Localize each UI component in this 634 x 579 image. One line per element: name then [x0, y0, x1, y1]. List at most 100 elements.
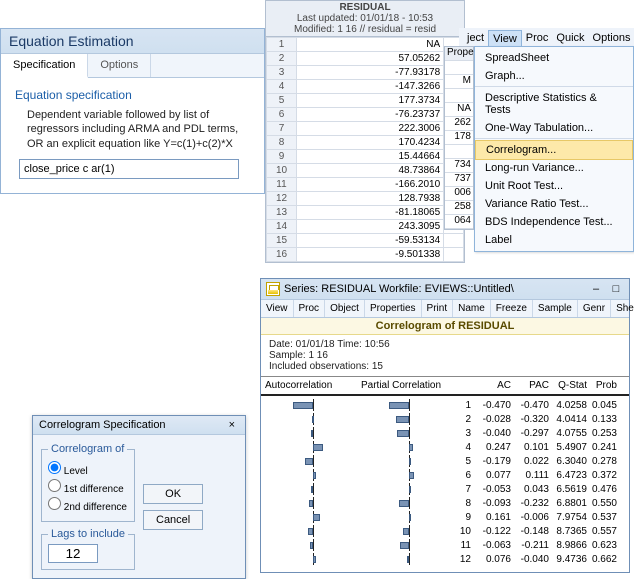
ok-button[interactable]: OK: [143, 484, 203, 504]
corrwin-header: Autocorrelation Partial Correlation AC P…: [261, 377, 629, 396]
cell-value[interactable]: 243.3095: [297, 220, 444, 234]
cell-value[interactable]: 170.4234: [297, 136, 444, 150]
peek-cell: 258: [445, 201, 473, 215]
lag-idx: 6: [457, 470, 473, 481]
toolbar-genr[interactable]: Genr: [578, 300, 611, 317]
cell-value[interactable]: 222.3006: [297, 122, 444, 136]
corrwin-subtitle: Correlogram of RESIDUAL: [261, 318, 629, 335]
qstat-val: 8.9866: [549, 540, 587, 551]
cell-value[interactable]: -147.3266: [297, 80, 444, 94]
menu-item-descriptive-statistics-tests[interactable]: Descriptive Statistics & Tests: [475, 89, 633, 119]
corr-bar: [361, 441, 457, 453]
cell-value[interactable]: 15.44664: [297, 150, 444, 164]
close-icon[interactable]: ×: [225, 419, 239, 431]
peek-cell: M: [445, 75, 473, 89]
cell-value[interactable]: -81.18065: [297, 206, 444, 220]
toolbar-print[interactable]: Print: [422, 300, 454, 317]
prob-val: 0.278: [587, 456, 617, 467]
row-number: 2: [267, 52, 297, 66]
menu-item-one-way-tabulation[interactable]: One-Way Tabulation...: [475, 119, 633, 139]
menu-item-unit-root-test[interactable]: Unit Root Test...: [475, 177, 633, 195]
corr-row: 5-0.179 0.0226.30400.278: [265, 454, 625, 468]
prob-val: 0.476: [587, 484, 617, 495]
hdr-ac: Autocorrelation: [265, 380, 361, 391]
cell-value[interactable]: 177.3734: [297, 94, 444, 108]
row-number: 15: [267, 234, 297, 248]
residual-spreadsheet: RESIDUAL Last updated: 01/01/18 - 10:53 …: [265, 0, 465, 263]
pac-val: 0.111: [511, 470, 549, 481]
corr-row: 3-0.040-0.2974.07550.253: [265, 426, 625, 440]
radio-level[interactable]: Level: [48, 461, 128, 477]
lag-idx: 4: [457, 442, 473, 453]
corr-bar: [361, 427, 457, 439]
toolbar-view[interactable]: View: [261, 300, 294, 317]
radio-1st-diff[interactable]: 1st difference: [48, 479, 128, 495]
cell-value[interactable]: -9.501338: [297, 248, 444, 262]
menu-item-variance-ratio-test[interactable]: Variance Ratio Test...: [475, 195, 633, 213]
cell-value[interactable]: -76.23737: [297, 108, 444, 122]
corr-row: 2-0.028-0.3204.04140.133: [265, 412, 625, 426]
corr-bar: [265, 497, 361, 509]
peek-cell: [445, 145, 473, 159]
cell-value[interactable]: -77.93178: [297, 66, 444, 80]
tab-specification[interactable]: Specification: [1, 54, 88, 78]
cell-value[interactable]: 48.73864: [297, 164, 444, 178]
corr-bar: [265, 455, 361, 467]
menu-item-spreadsheet[interactable]: SpreadSheet: [475, 49, 633, 67]
cell-value[interactable]: -59.53134: [297, 234, 444, 248]
ac-val: 0.076: [473, 554, 511, 565]
pac-val: -0.006: [511, 512, 549, 523]
qstat-val: 6.3040: [549, 456, 587, 467]
tab-options[interactable]: Options: [88, 54, 151, 77]
corrspec-of-fieldset: Correlogram of Level 1st difference 2nd …: [41, 443, 135, 522]
row-number: 14: [267, 220, 297, 234]
toolbar-sheet[interactable]: Sheet: [611, 300, 634, 317]
pac-val: 0.101: [511, 442, 549, 453]
toolbar-freeze[interactable]: Freeze: [491, 300, 533, 317]
minimize-icon[interactable]: –: [588, 283, 604, 295]
radio-2nd-diff[interactable]: 2nd difference: [48, 497, 128, 513]
corr-bar: [361, 399, 457, 411]
ac-val: 0.077: [473, 470, 511, 481]
toolbar-properties[interactable]: Properties: [365, 300, 422, 317]
prob-val: 0.557: [587, 526, 617, 537]
cell-value[interactable]: NA: [297, 38, 444, 52]
menu-item-long-run-variance[interactable]: Long-run Variance...: [475, 159, 633, 177]
corr-bar: [265, 525, 361, 537]
row-number: 7: [267, 122, 297, 136]
equation-input[interactable]: [19, 159, 239, 179]
corr-row: 1-0.470-0.4704.02580.045: [265, 398, 625, 412]
peek-cell: 737: [445, 173, 473, 187]
qstat-val: 6.5619: [549, 484, 587, 495]
toolbar-proc[interactable]: Proc: [294, 300, 326, 317]
corr-bar: [265, 469, 361, 481]
corr-bar: [265, 511, 361, 523]
lag-idx: 3: [457, 428, 473, 439]
row-number: 13: [267, 206, 297, 220]
ac-val: 0.247: [473, 442, 511, 453]
toolbar-name[interactable]: Name: [453, 300, 491, 317]
lags-input[interactable]: [48, 544, 98, 563]
qstat-val: 6.4723: [549, 470, 587, 481]
corrwin-meta-date: Date: 01/01/18 Time: 10:56: [269, 339, 621, 350]
hdr-qstat: Q-Stat: [549, 380, 587, 391]
ac-val: -0.040: [473, 428, 511, 439]
corrwin-meta-obs: Included observations: 15: [269, 361, 621, 372]
cell-value[interactable]: 57.05262: [297, 52, 444, 66]
maximize-icon[interactable]: □: [608, 283, 624, 295]
toolbar-object[interactable]: Object: [325, 300, 365, 317]
toolbar-sample[interactable]: Sample: [533, 300, 578, 317]
correlogram-spec-dialog: Correlogram Specification × Correlogram …: [32, 415, 246, 579]
menu-item-bds-independence-test[interactable]: BDS Independence Test...: [475, 213, 633, 231]
row-number: 9: [267, 150, 297, 164]
peek-cell: NA: [445, 103, 473, 117]
cell-value[interactable]: -166.2010: [297, 178, 444, 192]
menu-item-correlogram[interactable]: Correlogram...: [475, 140, 633, 160]
cancel-button[interactable]: Cancel: [143, 510, 203, 530]
menu-item-graph[interactable]: Graph...: [475, 67, 633, 87]
ac-val: -0.122: [473, 526, 511, 537]
corr-row: 6 0.077 0.1116.47230.372: [265, 468, 625, 482]
peek-cell: 734: [445, 159, 473, 173]
menu-item-label[interactable]: Label: [475, 231, 633, 249]
cell-value[interactable]: 128.7938: [297, 192, 444, 206]
